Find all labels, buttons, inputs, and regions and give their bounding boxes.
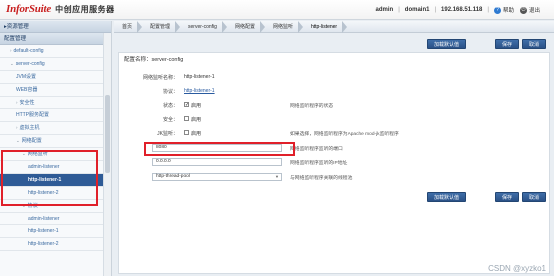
chevron-right-icon: › (16, 125, 18, 131)
sidebar-item[interactable]: 配置管理 (0, 33, 111, 45)
top-header: InforSuite 中创应用服务器 admin | domain1 | 192… (0, 0, 554, 20)
sidebar-item-label: server-config (15, 60, 45, 67)
exit-link[interactable]: ⏻ 退出 (519, 6, 540, 14)
sidebar-item-label: 虚拟主机 (19, 125, 40, 132)
status-checkbox[interactable]: ✓ (184, 102, 189, 108)
scrollbar-thumb[interactable] (105, 95, 110, 173)
chevron-down-icon: ▼ (275, 174, 279, 179)
address-description: 网络监听程序监听的IP地址 (290, 161, 348, 166)
listener-name-value: http-listener-1 (184, 74, 215, 80)
config-name: 配置名称：server-config (124, 57, 184, 63)
power-icon: ⏻ (519, 6, 527, 14)
cancel-button-bottom[interactable]: 取消 (522, 192, 547, 202)
app-logo: InforSuite 中创应用服务器 (6, 3, 115, 15)
chevron-right-icon: › (16, 99, 18, 105)
chevron-down-icon: ⌄ (16, 138, 20, 144)
protocol-link[interactable]: http-listener-1 (184, 88, 215, 94)
sidebar-item-label: 资源管理 (6, 24, 29, 30)
sidebar-item[interactable]: http-listener-1 (0, 225, 111, 239)
separator: | (398, 7, 400, 13)
load-defaults-button-top[interactable]: 加载默认值 (427, 39, 467, 49)
listener-name-label: 网络监听名称： (142, 75, 178, 81)
security-checkbox[interactable] (184, 116, 189, 121)
help-link[interactable]: ? 帮助 (493, 6, 514, 14)
security-checkbox-label: 启用 (191, 117, 202, 123)
user-name: admin (375, 7, 394, 13)
sidebar-item[interactable]: http-listener-2 (0, 238, 111, 252)
chevron-down-icon: ⌄ (10, 60, 14, 66)
sidebar-item-label: WEB容器 (16, 86, 38, 93)
separator: | (434, 7, 437, 13)
domain-name: domain1 (404, 7, 430, 13)
breadcrumb-item[interactable]: http-listener (303, 20, 348, 33)
port-description: 网络监听程序监听的端口 (290, 147, 343, 152)
status-checkbox-label: 启用 (191, 103, 202, 109)
sidebar-item-label: 安全性 (19, 99, 35, 106)
brand-name: InforSuite (6, 3, 52, 15)
sidebar: ▸资源管理 配置管理 › default-config ⌄ server-config JV… (0, 21, 112, 276)
exit-label: 退出 (528, 8, 540, 14)
watermark: CSDN @xyzko1 (488, 264, 546, 273)
thread-pool-description: 与网络监听程序关联的线程池 (290, 176, 353, 181)
sidebar-item-label: default-config (13, 48, 44, 54)
status-description: 网络监听程序的状态 (290, 104, 334, 109)
separator: | (487, 7, 489, 13)
brand-subtitle: 中创应用服务器 (55, 4, 115, 14)
breadcrumb-item[interactable]: 配置管理 (142, 20, 181, 33)
sidebar-item[interactable]: WEB容器 (0, 84, 111, 97)
breadcrumb-item[interactable]: 首页 (114, 20, 143, 33)
sidebar-scrollbar[interactable] (103, 33, 111, 276)
sidebar-tree: ▸资源管理 配置管理 › default-config ⌄ server-config JV… (0, 21, 111, 252)
sidebar-item[interactable]: › 安全性 (0, 97, 111, 110)
breadcrumb-item[interactable]: server-config (180, 20, 227, 33)
sidebar-item-label: JVM设置 (16, 73, 37, 80)
thread-pool-value: http-thread-pool (156, 174, 190, 179)
address-input[interactable]: 0.0.0.0 (152, 158, 282, 166)
sidebar-item[interactable]: admin-listener (0, 213, 111, 226)
sidebar-item[interactable]: JVM设置 (0, 71, 111, 84)
sidebar-item-label: http-listener-2 (28, 241, 59, 248)
security-label: 安全： (162, 117, 178, 123)
help-label: 帮助 (502, 8, 514, 14)
help-icon: ? (493, 6, 501, 14)
header-user-area: admin | domain1 | 192.168.51.118 | ? 帮助 ⏻… (376, 6, 546, 14)
jk-listener-description: 如果选择，网络监听程序为Apache mod-jk监听程序 (290, 132, 399, 137)
cancel-button-top[interactable]: 取消 (522, 39, 547, 49)
sidebar-item[interactable]: › 虚拟主机 (0, 122, 111, 136)
breadcrumb-item[interactable]: 网络监听 (265, 20, 303, 33)
sidebar-item[interactable]: ⌄ 网络配置 (0, 135, 111, 149)
sidebar-item-label: 配置管理 (4, 36, 27, 42)
sidebar-item-label: 网络配置 (21, 138, 42, 145)
sidebar-item-label: http-listener-1 (28, 228, 59, 235)
jk-listener-checkbox[interactable] (184, 130, 189, 135)
thread-pool-select[interactable]: http-thread-pool ▼ (152, 173, 282, 181)
save-button-top[interactable]: 保存 (495, 39, 520, 49)
server-ip: 192.168.51.118 (441, 7, 483, 13)
save-button-bottom[interactable]: 保存 (495, 192, 520, 202)
breadcrumb: 首页 配置管理 server-config 网络配置 网络监听 http-listener (114, 20, 554, 33)
sidebar-item[interactable]: ▸资源管理 (0, 21, 111, 33)
breadcrumb-item[interactable]: 网络配置 (227, 20, 265, 33)
sidebar-item-label: HTTP服务配置 (16, 112, 50, 119)
sidebar-item[interactable]: ⌄ server-config (0, 58, 111, 71)
sidebar-item[interactable]: › default-config (0, 45, 111, 58)
jk-listener-label: JK监听： (157, 131, 178, 137)
highlight-box-port (144, 142, 295, 156)
chevron-right-icon: › (10, 48, 12, 53)
status-label: 状态： (162, 103, 178, 109)
sidebar-item-label: admin-listener (28, 215, 60, 222)
load-defaults-button-bottom[interactable]: 加载默认值 (427, 192, 467, 202)
protocol-label: 协议： (162, 89, 178, 95)
highlight-box-sidebar (1, 150, 98, 206)
jk-listener-checkbox-label: 启用 (191, 131, 202, 137)
sidebar-item[interactable]: HTTP服务配置 (0, 109, 111, 123)
